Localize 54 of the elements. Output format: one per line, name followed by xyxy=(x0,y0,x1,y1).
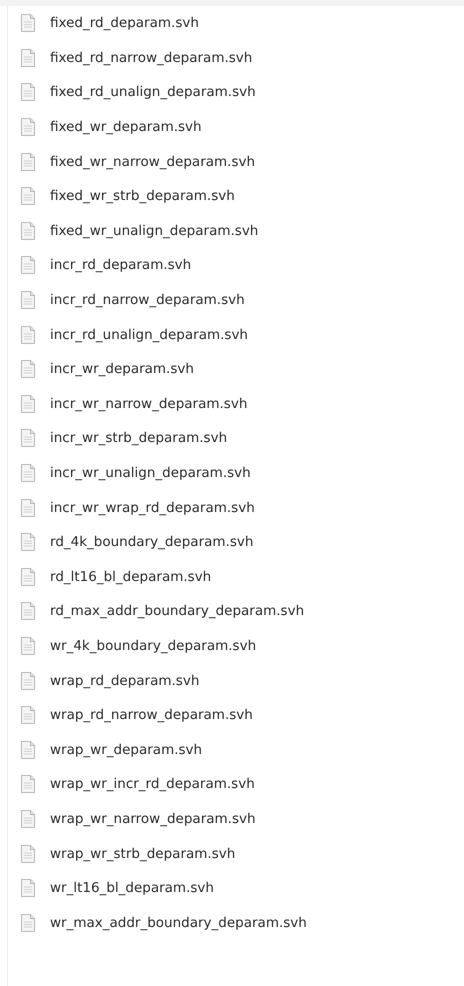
file-name[interactable]: wrap_rd_narrow_deparam.svh xyxy=(50,707,253,724)
file-icon xyxy=(20,48,36,68)
file-name[interactable]: rd_max_addr_boundary_deparam.svh xyxy=(50,603,304,620)
file-icon xyxy=(20,13,36,34)
file-name[interactable]: incr_rd_deparam.svh xyxy=(50,257,192,274)
file-name[interactable]: wrap_wr_deparam.svh xyxy=(50,742,202,758)
file-icon xyxy=(20,601,36,622)
file-name[interactable]: incr_rd_unalign_deparam.svh xyxy=(50,326,248,343)
file-icon xyxy=(20,912,36,933)
file-name[interactable]: wrap_wr_incr_rd_deparam.svh xyxy=(50,776,255,792)
file-name[interactable]: wr_max_addr_boundary_deparam.svh xyxy=(50,914,307,931)
file-icon xyxy=(20,186,36,206)
file-name[interactable]: fixed_rd_deparam.svh xyxy=(50,15,199,32)
file-name[interactable]: fixed_rd_unalign_deparam.svh xyxy=(50,84,256,100)
file-icon xyxy=(20,566,36,587)
file-name[interactable]: fixed_wr_deparam.svh xyxy=(50,119,202,136)
file-icon xyxy=(20,808,36,829)
file-name[interactable]: incr_wr_strb_deparam.svh xyxy=(50,430,228,446)
file-name[interactable]: incr_wr_narrow_deparam.svh xyxy=(50,396,248,412)
file-icon xyxy=(20,359,36,380)
file-icon xyxy=(20,324,36,345)
file-icon xyxy=(20,740,36,760)
file-icon xyxy=(20,844,36,864)
file-icon xyxy=(20,878,36,898)
file-icon xyxy=(20,705,36,726)
file-icon xyxy=(20,152,36,172)
file-name[interactable]: incr_wr_deparam.svh xyxy=(50,361,194,378)
file-icon xyxy=(20,117,36,138)
file-name[interactable]: wr_4k_boundary_deparam.svh xyxy=(50,638,256,654)
file-icon xyxy=(20,463,36,484)
file-icon xyxy=(20,394,36,414)
file-icon xyxy=(20,670,36,691)
file-name[interactable]: wrap_wr_narrow_deparam.svh xyxy=(50,810,256,827)
file-name[interactable]: rd_lt16_bl_deparam.svh xyxy=(50,568,212,585)
file-name[interactable]: wrap_wr_strb_deparam.svh xyxy=(50,846,236,862)
file-name[interactable]: incr_rd_narrow_deparam.svh xyxy=(50,292,245,308)
file-name[interactable]: fixed_rd_narrow_deparam.svh xyxy=(50,50,252,66)
file-icon xyxy=(20,290,36,310)
file-name[interactable]: rd_4k_boundary_deparam.svh xyxy=(50,534,254,550)
file-name[interactable]: wrap_rd_deparam.svh xyxy=(50,672,200,689)
file-name[interactable]: wr_lt16_bl_deparam.svh xyxy=(50,880,214,896)
file-name[interactable]: fixed_wr_strb_deparam.svh xyxy=(50,188,235,204)
file-icon xyxy=(20,498,36,518)
file-icon xyxy=(20,774,36,794)
file-name[interactable]: fixed_wr_unalign_deparam.svh xyxy=(50,222,258,239)
file-icon xyxy=(20,82,36,102)
file-icon xyxy=(20,255,36,276)
file-icon xyxy=(20,220,36,241)
file-icon xyxy=(20,636,36,656)
file-name[interactable]: incr_wr_unalign_deparam.svh xyxy=(50,465,251,482)
file-icon xyxy=(20,532,36,552)
file-name[interactable]: incr_wr_wrap_rd_deparam.svh xyxy=(50,500,255,516)
file-name[interactable]: fixed_wr_narrow_deparam.svh xyxy=(50,154,256,170)
file-icon xyxy=(20,428,36,448)
